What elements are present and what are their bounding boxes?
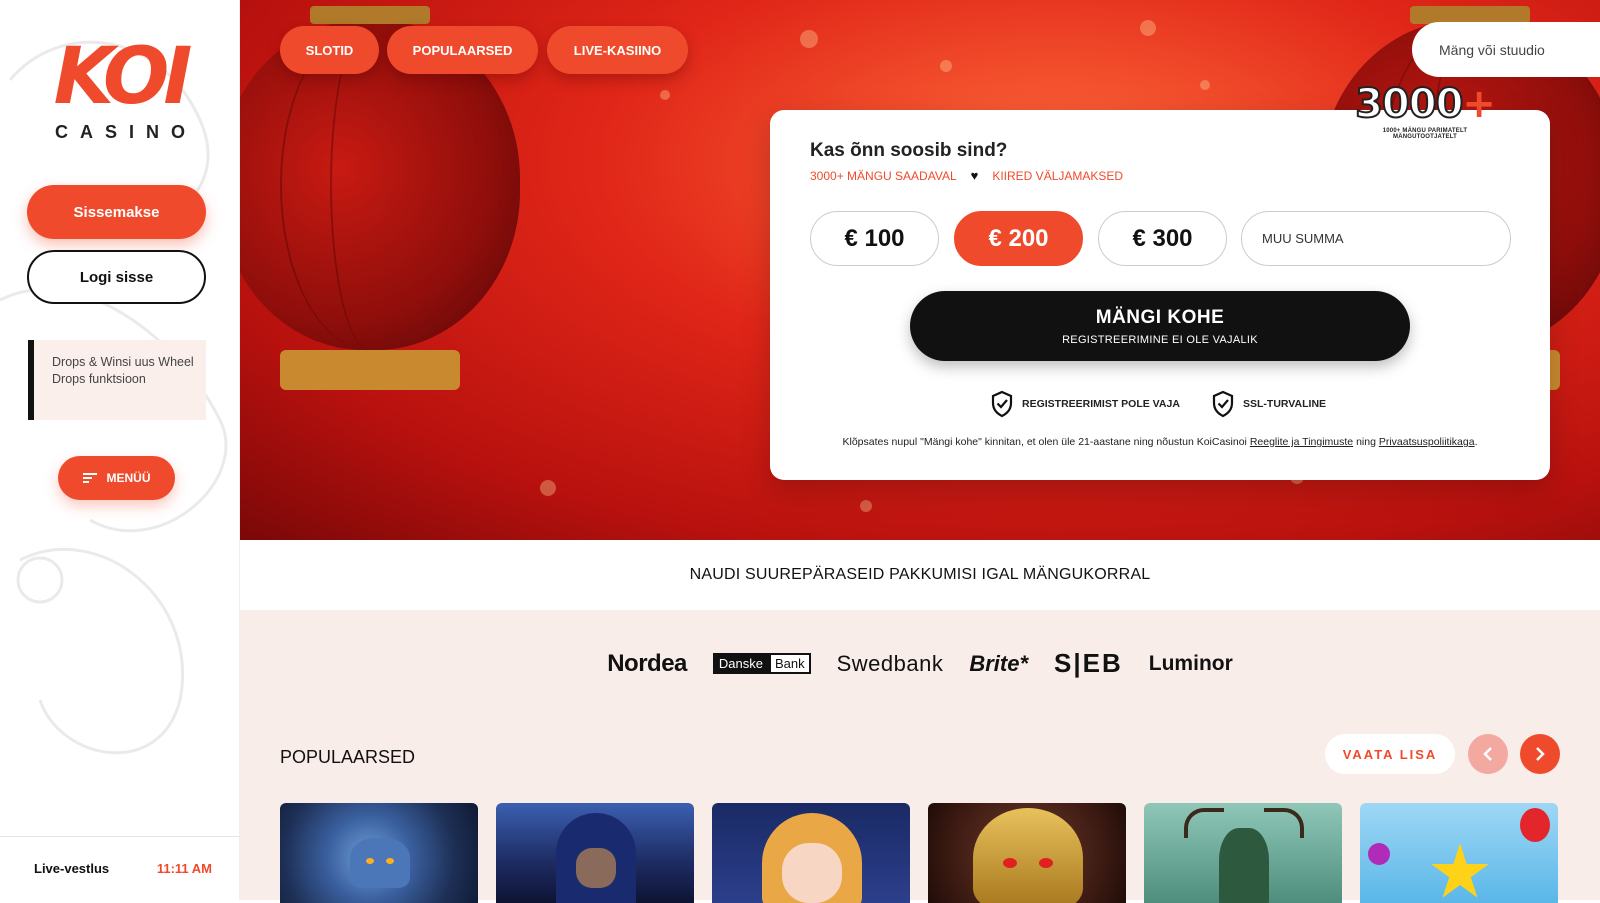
amount-200-button[interactable]: € 200 (954, 211, 1083, 266)
chat-time: 11:11 AM (156, 861, 212, 876)
bokeh-light (800, 30, 818, 48)
custom-amount-input[interactable] (1241, 211, 1511, 266)
koi-casino-logo[interactable]: KOI CASINO (40, 38, 200, 143)
bokeh-light (860, 500, 872, 512)
popular-games-row (280, 803, 1558, 903)
deposit-card: 3000+ 1000+ MÄNGU PARIMATELT MÄNGUTOOTJA… (770, 81, 1550, 480)
terms-link[interactable]: Reeglite ja Tingimuste (1250, 436, 1353, 448)
promo-banner[interactable]: Drops & Winsi uus Wheel Drops funktsioon (28, 340, 206, 420)
bokeh-light (660, 90, 670, 100)
bank-logo-part: Bank (768, 653, 811, 674)
amount-100-button[interactable]: € 100 (810, 211, 939, 266)
card-title: Kas õnn soosib sind? (810, 140, 1008, 161)
trust-ssl-label: SSL-TURVALINE (1243, 398, 1327, 410)
live-chat-label: Live-vestlus (34, 861, 110, 876)
game-tile-forest-spirit[interactable] (1144, 803, 1342, 903)
legal-end: . (1474, 436, 1478, 448)
heart-icon: ♥ (970, 168, 979, 183)
seb-logo: S|EB (1054, 648, 1123, 678)
feature-payouts: KIIRED VÄLJAMAKSED (992, 168, 1124, 183)
carousel-prev-button[interactable] (1468, 734, 1508, 774)
legal-disclaimer: Klõpsates nupul "Mängi kohe" kinnitan, e… (770, 436, 1550, 448)
chevron-right-icon (1536, 747, 1545, 761)
promo-text: Drops & Winsi uus Wheel Drops funktsioon (52, 355, 194, 386)
legal-mid: ning (1356, 436, 1376, 448)
games-count-badge: 3000+ 1000+ MÄNGU PARIMATELT MÄNGUTOOTJA… (1350, 81, 1500, 140)
menu-label: MENÜÜ (106, 471, 151, 485)
feature-games: 3000+ MÄNGU SAADAVAL (810, 168, 957, 183)
bank-logos: Nordea Danske Bank Swedbank Brite* S|EB L… (240, 648, 1600, 679)
nordea-logo: Nordea (607, 649, 687, 677)
menu-button[interactable]: MENÜÜ (58, 456, 175, 500)
trust-no-registration-label: REGISTREERIMIST POLE VAJA (1022, 398, 1180, 410)
see-more-button[interactable]: VAATA LISA (1325, 734, 1455, 774)
offers-tagline: NAUDI SUUREPÄRASEID PAKKUMISI IGAL MÄNGU… (240, 540, 1600, 610)
search-input[interactable] (1439, 41, 1600, 58)
badge-caption: 1000+ MÄNGU PARIMATELT MÄNGUTOOTJATELT (1382, 128, 1468, 140)
deposit-button[interactable]: Sissemakse (27, 185, 206, 239)
bokeh-light (940, 60, 952, 72)
privacy-link[interactable]: Privaatsuspoliitikaga (1379, 436, 1475, 448)
play-now-label: MÄNGI KOHE (1095, 306, 1225, 328)
bokeh-light (540, 480, 556, 496)
sidebar: KOI CASINO Sissemakse Logi sisse Drops &… (0, 0, 240, 900)
hero-banner: SLOTID POPULAARSED LIVE-KASIINO 3000+ 10… (240, 0, 1600, 540)
game-tile-werewolf[interactable] (280, 803, 478, 903)
badge-number: 3000 (1354, 81, 1464, 127)
logo-mark: KOI (53, 32, 193, 122)
lantern-left-base (280, 350, 460, 390)
trust-ssl: SSL-TURVALINE (1211, 390, 1326, 418)
amount-300-button[interactable]: € 300 (1098, 211, 1227, 266)
danske-bank-logo: Danske Bank (712, 653, 811, 674)
game-tile-warrior[interactable] (928, 803, 1126, 903)
live-chat-bar[interactable]: Live-vestlus 11:11 AM (0, 836, 239, 900)
danske-logo-part: Danske (712, 653, 769, 674)
offers-tagline-text: NAUDI SUUREPÄRASEID PAKKUMISI IGAL MÄNGU… (689, 566, 1151, 583)
carousel-next-button[interactable] (1520, 734, 1560, 774)
game-tile-anime-girl[interactable] (712, 803, 910, 903)
badge-plus: + (1462, 81, 1496, 127)
search-box[interactable] (1412, 22, 1600, 77)
luminor-logo: Luminor (1148, 651, 1233, 675)
nav-popular[interactable]: POPULAARSED (387, 26, 538, 74)
bokeh-light (1140, 20, 1156, 36)
shield-check-icon (991, 390, 1013, 418)
trust-no-registration: REGISTREERIMIST POLE VAJA (990, 390, 1180, 418)
legal-prefix: Klõpsates nupul "Mängi kohe" kinnitan, e… (842, 436, 1247, 448)
lower-section: Nordea Danske Bank Swedbank Brite* S|EB L… (240, 610, 1600, 903)
logo-wordmark: CASINO (54, 122, 197, 142)
swedbank-logo: Swedbank (836, 650, 944, 676)
menu-icon (82, 471, 97, 485)
nav-live-casino[interactable]: LIVE-KASIINO (547, 26, 688, 74)
chevron-left-icon (1483, 747, 1492, 761)
brite-logo: Brite* (969, 650, 1029, 676)
card-features: 3000+ MÄNGU SAADAVAL ♥ KIIRED VÄLJAMAKSE… (810, 168, 1123, 183)
login-button[interactable]: Logi sisse (27, 250, 206, 304)
play-now-sublabel: REGISTREERIMINE EI OLE VAJALIK (1062, 333, 1258, 346)
game-tile-wizard[interactable] (496, 803, 694, 903)
game-tile-fruit-star[interactable] (1360, 803, 1558, 903)
nav-slots[interactable]: SLOTID (280, 26, 379, 74)
play-now-button[interactable]: MÄNGI KOHE REGISTREERIMINE EI OLE VAJALI… (910, 291, 1410, 361)
shield-check-icon (1212, 390, 1234, 418)
popular-section-title: POPULAARSED (280, 747, 416, 767)
bokeh-light (1200, 80, 1210, 90)
